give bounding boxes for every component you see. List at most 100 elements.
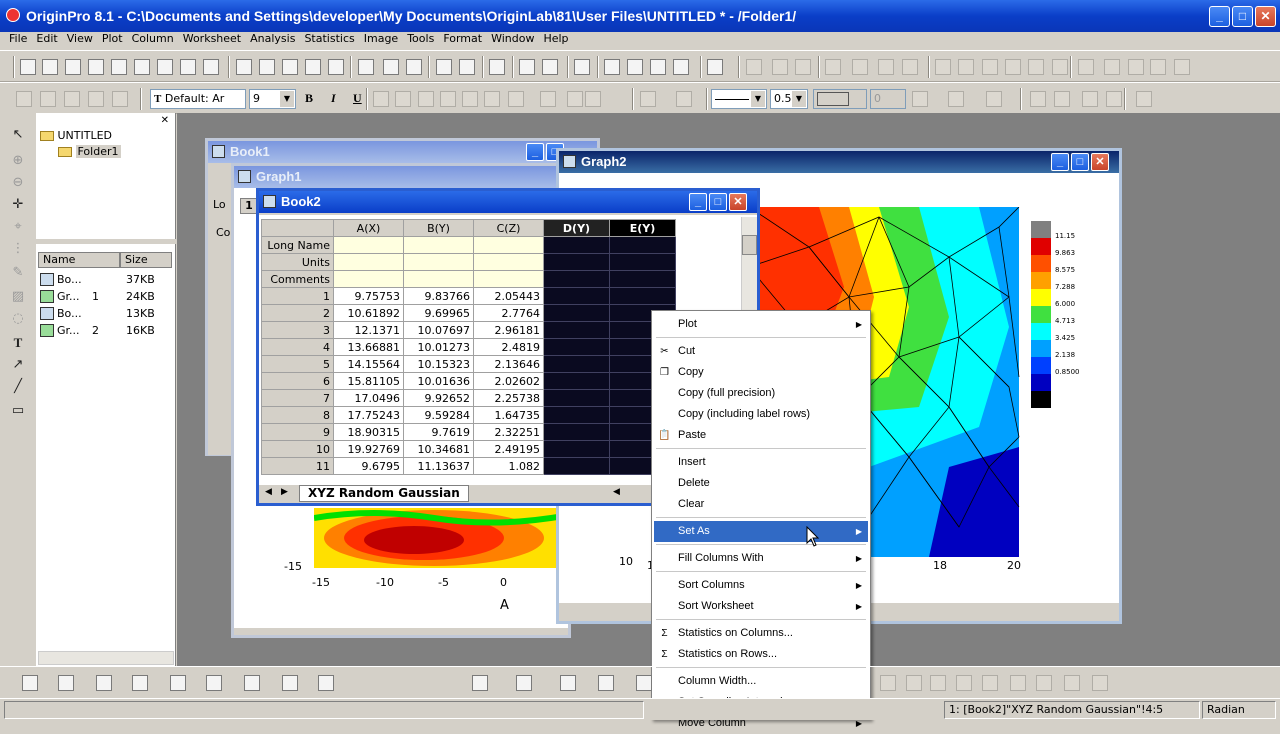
label-cell[interactable] — [333, 253, 404, 271]
align-icon[interactable] — [1106, 91, 1122, 107]
superscript-icon[interactable] — [373, 91, 389, 107]
new-graph-icon[interactable] — [88, 59, 104, 75]
data-cell[interactable]: 1.64735 — [473, 406, 544, 424]
extract-icon[interactable] — [598, 675, 614, 691]
data-cell[interactable]: 2.02602 — [473, 372, 544, 390]
row-number[interactable]: 8 — [261, 406, 334, 424]
row-number[interactable]: 6 — [261, 372, 334, 390]
list-item[interactable]: Bo... 13KB — [38, 305, 174, 322]
menu-analysis[interactable]: Analysis — [250, 32, 295, 45]
graph2-close-button[interactable]: ✕ — [1091, 153, 1109, 171]
graph-tool-icon[interactable] — [935, 59, 951, 75]
scroll-right-icon[interactable]: ▶ — [281, 487, 288, 497]
scroll-thumb[interactable] — [742, 235, 757, 255]
data-cell[interactable]: 19.92769 — [333, 440, 404, 458]
menu-image[interactable]: Image — [364, 32, 398, 45]
contour-plot-icon[interactable] — [244, 675, 260, 691]
graph-tool-icon[interactable] — [1150, 59, 1166, 75]
code-builder-icon[interactable] — [574, 59, 590, 75]
row-number[interactable]: 3 — [261, 321, 334, 339]
row-number[interactable]: 5 — [261, 355, 334, 373]
maximize-button[interactable]: □ — [1232, 6, 1253, 27]
pattern-icon[interactable] — [912, 91, 928, 107]
script-window-icon[interactable] — [673, 59, 689, 75]
data-cell-selected[interactable] — [543, 457, 610, 475]
graph-tool-icon[interactable] — [772, 59, 788, 75]
line-width-select[interactable]: 0.5 ▼ — [770, 89, 808, 109]
subscript-icon[interactable] — [395, 91, 411, 107]
new-function-icon[interactable] — [134, 59, 150, 75]
data-cell[interactable]: 10.34681 — [403, 440, 474, 458]
arrow-tool-icon[interactable]: ↗ — [10, 357, 26, 373]
tree-folder[interactable]: Folder1 — [58, 145, 121, 158]
group-icon[interactable] — [1136, 91, 1152, 107]
new-layout-icon[interactable] — [157, 59, 173, 75]
data-cell-selected[interactable] — [609, 287, 676, 305]
data-cell-selected[interactable] — [543, 355, 610, 373]
save-template-icon[interactable] — [328, 59, 344, 75]
import-wizard-icon[interactable] — [406, 59, 422, 75]
statistics-plot-icon[interactable] — [206, 675, 222, 691]
edit-mode-icon[interactable] — [16, 91, 32, 107]
book2-close-button[interactable]: ✕ — [729, 193, 747, 211]
corner-cell[interactable] — [261, 219, 334, 237]
label-cell[interactable] — [543, 253, 610, 271]
graph-tool-icon[interactable] — [1078, 59, 1094, 75]
menu-worksheet[interactable]: Worksheet — [183, 32, 241, 45]
merge-graph-icon[interactable] — [560, 675, 576, 691]
menu-file[interactable]: File — [9, 32, 27, 45]
menu-item-cut[interactable]: ✂ Cut — [654, 341, 868, 362]
column-header[interactable]: D(Y) — [543, 219, 610, 237]
data-cell[interactable]: 9.75753 — [333, 287, 404, 305]
object-align-icon[interactable] — [956, 675, 972, 691]
text-tool-icon[interactable]: T — [10, 335, 26, 351]
distribute-icon[interactable] — [1082, 91, 1098, 107]
book2-maximize-button[interactable]: □ — [709, 193, 727, 211]
import-multiple-icon[interactable] — [383, 59, 399, 75]
menu-column[interactable]: Column — [132, 32, 174, 45]
menu-item-copy[interactable]: ❐ Copy — [654, 362, 868, 383]
data-cell-selected[interactable] — [543, 321, 610, 339]
data-cell-selected[interactable] — [543, 423, 610, 441]
graph2-title-bar[interactable]: Graph2 _ □ ✕ — [559, 151, 1119, 173]
data-cell[interactable]: 17.0496 — [333, 389, 404, 407]
label-cell[interactable] — [403, 270, 474, 288]
data-cell-selected[interactable] — [543, 338, 610, 356]
line-tool-icon[interactable]: ╱ — [10, 379, 26, 395]
save-icon[interactable] — [305, 59, 321, 75]
graph-tool-icon[interactable] — [1005, 59, 1021, 75]
label-row-header[interactable]: Units — [261, 253, 334, 271]
line-plot-icon[interactable] — [22, 675, 38, 691]
decrease-font-icon[interactable] — [484, 91, 500, 107]
data-cell[interactable]: 1.082 — [473, 457, 544, 475]
menu-view[interactable]: View — [67, 32, 93, 45]
align-center-icon[interactable] — [567, 91, 583, 107]
book2-title-bar[interactable]: Book2 _ □ ✕ — [259, 191, 757, 213]
menu-statistics[interactable]: Statistics — [304, 32, 354, 45]
label-cell[interactable] — [403, 253, 474, 271]
column-header[interactable]: E(Y) — [609, 219, 676, 237]
open-icon[interactable] — [236, 59, 252, 75]
graph-tool-icon[interactable] — [1128, 59, 1144, 75]
book2-minimize-button[interactable]: _ — [689, 193, 707, 211]
list-item[interactable]: Gr... 1 24KB — [38, 288, 174, 305]
data-cell[interactable]: 13.66881 — [333, 338, 404, 356]
menu-item-fill-columns-with[interactable]: Fill Columns With ▶ — [654, 548, 868, 569]
row-number[interactable]: 2 — [261, 304, 334, 322]
graph-tool-icon[interactable] — [1052, 59, 1068, 75]
line-color-icon[interactable] — [676, 91, 692, 107]
splitter[interactable] — [36, 239, 176, 244]
graph-tool-icon[interactable] — [825, 59, 841, 75]
menu-item-copy-including-label-rows[interactable]: Copy (including label rows) — [654, 404, 868, 425]
data-cell[interactable]: 9.69965 — [403, 304, 474, 322]
label-cell[interactable] — [609, 236, 676, 254]
graph2-minimize-button[interactable]: _ — [1051, 153, 1069, 171]
menu-window[interactable]: Window — [491, 32, 534, 45]
label-cell[interactable] — [543, 270, 610, 288]
message-log-icon[interactable] — [707, 59, 723, 75]
sub-superscript-icon[interactable] — [418, 91, 434, 107]
menu-tools[interactable]: Tools — [407, 32, 434, 45]
column-header-size[interactable]: Size — [120, 252, 172, 268]
graph1-title-bar[interactable]: Graph1 — [234, 166, 568, 188]
arrange-icon[interactable] — [516, 675, 532, 691]
